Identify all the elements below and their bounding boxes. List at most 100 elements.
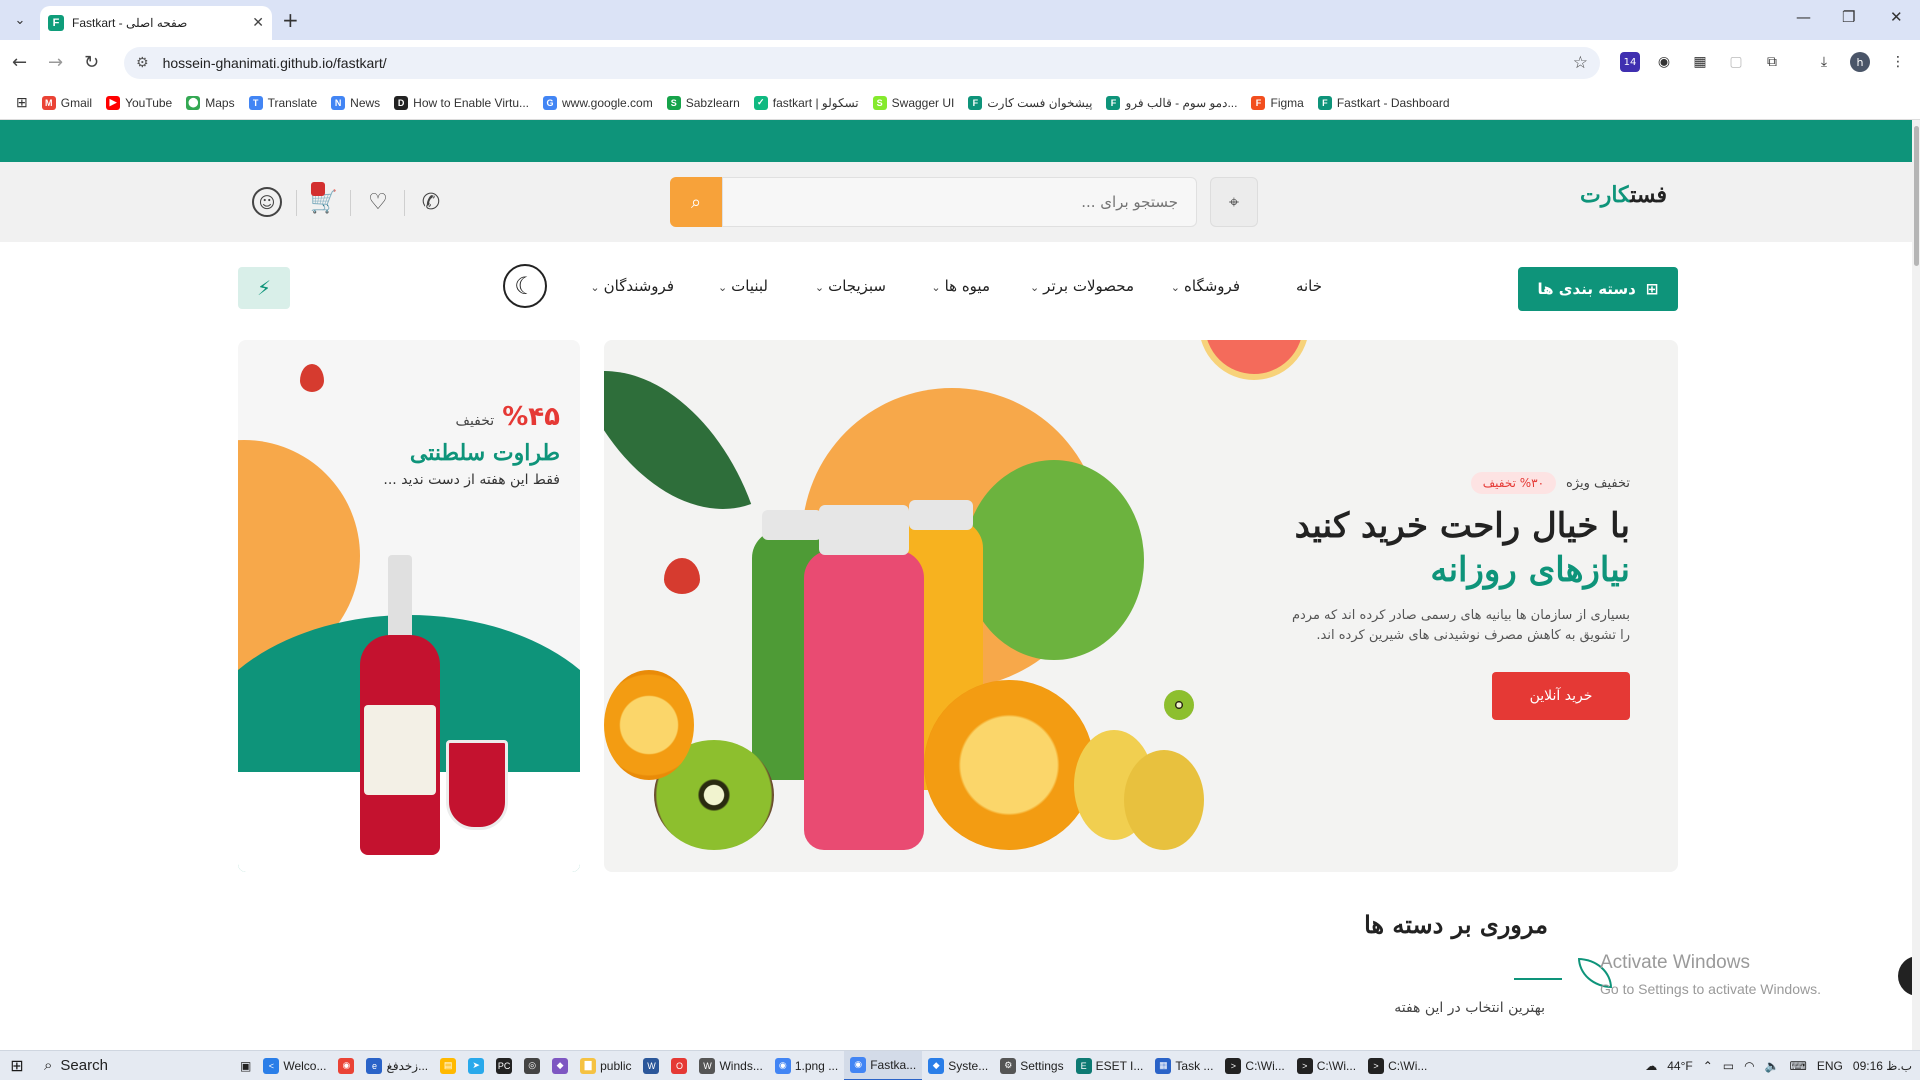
categories-button[interactable]: ⊞ دسته بندی ها: [1518, 267, 1678, 311]
taskbar-app[interactable]: ◆: [546, 1051, 574, 1080]
nav-home[interactable]: خانه: [1296, 277, 1322, 295]
taskbar-app[interactable]: E ESET I...: [1070, 1051, 1150, 1080]
bookmark-item[interactable]: F دمو سوم - قالب فرو...: [1106, 95, 1237, 110]
network-icon[interactable]: ▭: [1723, 1059, 1734, 1073]
address-bar[interactable]: ⚙ hossein-ghanimati.github.io/fastkart/ …: [124, 47, 1600, 79]
bookmark-item[interactable]: N News: [331, 95, 380, 110]
nav-fruits[interactable]: میوه ها⌄: [931, 277, 990, 295]
taskbar-app[interactable]: W: [637, 1051, 665, 1080]
taskbar-search[interactable]: ⌕ Search: [34, 1051, 234, 1080]
clock[interactable]: 09:16 ب.ظ: [1853, 1059, 1912, 1073]
minimize-icon[interactable]: —: [1796, 8, 1811, 26]
taskbar-app[interactable]: ◉ Fastka...: [844, 1050, 923, 1080]
new-tab-plus-icon[interactable]: +: [282, 8, 299, 32]
taskbar-app[interactable]: e زخدفغ...: [360, 1051, 434, 1080]
user-account-icon[interactable]: ☺: [252, 187, 282, 217]
bookmark-item[interactable]: S Swagger UI: [872, 95, 954, 110]
extensions-puzzle-icon[interactable]: ⧉: [1762, 52, 1782, 72]
bookmark-item[interactable]: ⬤ Maps: [186, 95, 235, 110]
system-tray: ☁ 44°F ⌃ ▭ ◠ 🔈 ⌨ ENG 09:16 ب.ظ: [1645, 1051, 1912, 1080]
taskbar-app[interactable]: ▇ public: [574, 1051, 637, 1080]
reload-icon[interactable]: ↻: [84, 52, 99, 73]
task-view-icon[interactable]: ▣: [234, 1051, 257, 1080]
bookmark-item[interactable]: ▶ YouTube: [106, 95, 172, 110]
site-info-icon[interactable]: ⚙: [136, 55, 149, 71]
nav-shop[interactable]: فروشگاه⌄: [1171, 277, 1240, 295]
activate-windows-hint[interactable]: Go to Settings to activate Windows.: [1600, 981, 1821, 997]
site-logo[interactable]: فستکارت: [1580, 182, 1667, 208]
extension-badge-icon[interactable]: 14: [1620, 52, 1640, 72]
lightning-icon[interactable]: ⚡: [238, 267, 290, 309]
taskbar-app[interactable]: ◉ 1.png ...: [769, 1051, 844, 1080]
wifi-icon[interactable]: ◠: [1744, 1059, 1754, 1073]
taskbar-app[interactable]: ➤: [462, 1051, 490, 1080]
back-arrow-icon[interactable]: ←: [12, 52, 27, 73]
nav-top-products[interactable]: محصولات برتر⌄: [1030, 277, 1134, 295]
extension-shield-icon[interactable]: ◉: [1654, 52, 1674, 72]
grapefruit-image: [1199, 340, 1309, 380]
news-icon: N: [331, 95, 346, 110]
browser-tab-active[interactable]: F Fastkart - صفحه اصلی ✕: [40, 6, 272, 40]
bookmark-item[interactable]: M Gmail: [41, 95, 92, 110]
language-indicator[interactable]: ENG: [1817, 1059, 1843, 1073]
weather-temp[interactable]: 44°F: [1667, 1059, 1692, 1073]
download-icon[interactable]: ⤓: [1814, 52, 1834, 72]
bookmark-item[interactable]: ✓ fastkart | تسکولو: [753, 95, 859, 110]
taskbar-app[interactable]: ⚙ Settings: [994, 1051, 1069, 1080]
taskbar-app[interactable]: > C:\Wi...: [1291, 1051, 1362, 1080]
jar-lid: [762, 510, 822, 540]
bookmark-item[interactable]: F Fastkart - Dashboard: [1317, 95, 1450, 110]
close-tab-icon[interactable]: ✕: [252, 15, 264, 31]
tab-search-chevron-icon[interactable]: ⌄: [8, 8, 32, 32]
bookmark-star-icon[interactable]: ☆: [1573, 53, 1588, 73]
bookmark-item[interactable]: F پیشخوان فست کارت: [968, 95, 1092, 110]
dark-mode-moon-icon[interactable]: ☾: [503, 264, 547, 308]
weather-icon[interactable]: ☁: [1645, 1059, 1657, 1073]
taskbar-app[interactable]: ◆ Syste...: [922, 1051, 994, 1080]
hero-description: بسیاری از سازمان ها بیانیه های رسمی صادر…: [1291, 608, 1630, 643]
profile-avatar[interactable]: h: [1850, 52, 1870, 72]
bookmark-item[interactable]: T Translate: [248, 95, 317, 110]
search-button[interactable]: ⌕: [670, 177, 722, 227]
forward-arrow-icon[interactable]: →: [48, 52, 63, 73]
phone-icon[interactable]: ✆: [416, 187, 446, 217]
taskbar-app[interactable]: PC: [490, 1051, 518, 1080]
bookmark-item[interactable]: F Figma: [1251, 95, 1304, 110]
taskbar-app[interactable]: ◉: [332, 1051, 360, 1080]
scrollbar-thumb[interactable]: [1914, 126, 1919, 266]
search-input[interactable]: [722, 177, 1197, 227]
browser-menu-icon[interactable]: ⋮: [1888, 52, 1908, 72]
taskbar-app[interactable]: > C:\Wi...: [1362, 1051, 1433, 1080]
buy-online-button[interactable]: خرید آنلاین: [1492, 672, 1630, 720]
windows-start-icon[interactable]: ⊞: [0, 1051, 34, 1080]
apps-grid-icon[interactable]: ⊞: [16, 94, 28, 111]
keyboard-icon[interactable]: ⌨: [1790, 1059, 1807, 1073]
taskbar-app[interactable]: ▦ Task ...: [1149, 1051, 1219, 1080]
taskbar-app[interactable]: > C:\Wi...: [1219, 1051, 1290, 1080]
juice-bottle-image: [360, 555, 440, 855]
taskbar-app[interactable]: O: [665, 1051, 693, 1080]
extension-calendar-icon[interactable]: ▦: [1690, 52, 1710, 72]
address-url: hossein-ghanimati.github.io/fastkart/: [162, 55, 387, 71]
nav-sellers[interactable]: فروشندگان⌄: [590, 277, 674, 295]
extension-blank-icon[interactable]: ▢: [1726, 52, 1746, 72]
taskbar-app[interactable]: ▤: [434, 1051, 462, 1080]
close-window-icon[interactable]: ✕: [1890, 8, 1903, 26]
wishlist-heart-icon[interactable]: ♡: [363, 187, 393, 217]
restore-window-icon[interactable]: ❐: [1842, 8, 1855, 26]
chevron-up-icon[interactable]: ⌃: [1703, 1059, 1713, 1073]
taskbar-app[interactable]: < Welco...: [257, 1051, 332, 1080]
bookmark-item[interactable]: Gwww.google.com: [543, 95, 653, 110]
app-label: public: [600, 1058, 632, 1073]
volume-icon[interactable]: 🔈: [1765, 1059, 1780, 1073]
location-pin-button[interactable]: ⌖: [1210, 177, 1258, 227]
leaf-image: [604, 340, 752, 546]
bookmark-item[interactable]: D How to Enable Virtu...: [394, 95, 529, 110]
nav-dairy[interactable]: لبنیات⌄: [718, 277, 768, 295]
app-label: Syste...: [948, 1058, 989, 1073]
taskbar-app[interactable]: W Winds...: [693, 1051, 768, 1080]
taskbar-app[interactable]: ◎: [518, 1051, 546, 1080]
promo-card[interactable]: %۴۵ تخفیف طراوت سلطنتی فقط این هفته از د…: [238, 340, 580, 872]
nav-vegetables[interactable]: سبزیجات⌄: [815, 277, 886, 295]
bookmark-item[interactable]: S Sabzlearn: [666, 95, 740, 110]
